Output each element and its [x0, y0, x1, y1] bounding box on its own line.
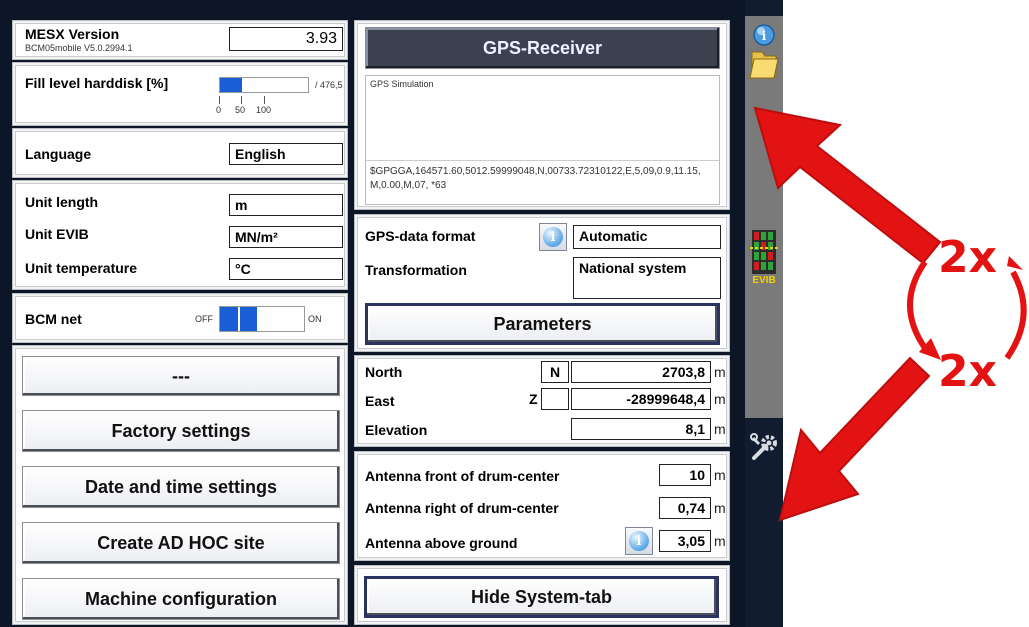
- gps-output-box: GPS Simulation $GPGGA,164571.60,5012.599…: [365, 75, 720, 205]
- bcm-net-label: BCM net: [25, 311, 82, 327]
- harddisk-total: / 476,5: [315, 80, 343, 90]
- unit-length-label: Unit length: [25, 194, 99, 210]
- language-field[interactable]: English: [229, 143, 343, 165]
- language-label: Language: [25, 146, 92, 162]
- curved-arrow-right-head: [1007, 256, 1023, 270]
- gps-receiver-panel: GPS-Receiver GPS Simulation $GPGGA,16457…: [354, 20, 730, 210]
- harddisk-bar-fill: [220, 78, 242, 92]
- unit-temp-field[interactable]: °C: [229, 258, 343, 280]
- date-time-settings-button[interactable]: Date and time settings: [22, 466, 340, 508]
- antenna-above-field[interactable]: 3,05: [659, 530, 711, 552]
- unit-evib-label: Unit EVIB: [25, 226, 89, 242]
- gps-nmea-line-1: $GPGGA,164571.60,5012.59999048,N,00733.7…: [370, 166, 701, 177]
- harddisk-tick-label-100: 100: [256, 105, 272, 115]
- harddisk-tick-50: [241, 96, 242, 104]
- harddisk-tick-label-0: 0: [216, 105, 222, 115]
- north-unit: m: [714, 364, 726, 380]
- unit-evib-field[interactable]: MN/m²: [229, 226, 343, 248]
- parameters-button[interactable]: Parameters: [365, 303, 720, 345]
- east-unit: m: [714, 391, 726, 407]
- gps-nmea-line-2: M,0.00,M,07, *63: [370, 180, 447, 191]
- harddisk-tick-label-50: 50: [235, 105, 246, 115]
- bcm-net-off-label: OFF: [195, 314, 213, 324]
- gps-receiver-header: GPS-Receiver: [365, 27, 720, 69]
- harddisk-panel: Fill level harddisk [%] / 476,5 0 50 100: [12, 62, 348, 126]
- elevation-label: Elevation: [365, 422, 428, 438]
- unit-length-field[interactable]: m: [229, 194, 343, 216]
- harddisk-bar: [219, 77, 309, 93]
- north-letter-field: N: [541, 361, 569, 383]
- hide-system-tab-button[interactable]: Hide System-tab: [364, 576, 719, 618]
- antenna-right-field[interactable]: 0,74: [659, 497, 711, 519]
- mesx-panel: MESX Version BCM05mobile V5.0.2994.1 3.9…: [12, 20, 348, 60]
- harddisk-tick-0: [219, 96, 220, 104]
- language-panel: Language English: [12, 128, 348, 178]
- harddisk-tick-100: [264, 96, 265, 104]
- elevation-unit: m: [714, 421, 726, 437]
- arrow-down-left: [778, 356, 931, 522]
- annotation-bottom-count: 2x: [938, 346, 997, 397]
- antenna-front-unit: m: [714, 467, 726, 483]
- factory-settings-button[interactable]: Factory settings: [22, 410, 340, 452]
- info-icon: i: [629, 531, 649, 551]
- bcm-net-on-label: ON: [308, 314, 322, 324]
- curved-arrow-right: [1004, 270, 1027, 360]
- gps-format-info-button[interactable]: i: [539, 223, 567, 251]
- unit-temp-label: Unit temperature: [25, 260, 138, 276]
- east-label: East: [365, 393, 395, 409]
- curved-arrow-left: [907, 260, 928, 350]
- transformation-field[interactable]: National system: [573, 257, 721, 299]
- north-value-field: 2703,8: [571, 361, 711, 383]
- bcm-net-toggle[interactable]: [219, 306, 305, 332]
- gps-format-panel: GPS-data format i Automatic Transformati…: [354, 214, 730, 352]
- units-panel: Unit length m Unit EVIB MN/m² Unit tempe…: [12, 180, 348, 290]
- antenna-right-label: Antenna right of drum-center: [365, 500, 559, 516]
- machine-configuration-button[interactable]: Machine configuration: [22, 578, 340, 620]
- gps-format-field[interactable]: Automatic: [573, 225, 721, 249]
- antenna-above-label: Antenna above ground: [365, 535, 518, 551]
- east-value-field: -28999648,4: [571, 388, 711, 410]
- antenna-above-info-button[interactable]: i: [625, 527, 653, 555]
- gps-output-separator: [366, 160, 719, 161]
- annotation-top-count: 2x: [938, 232, 997, 283]
- antenna-right-unit: m: [714, 500, 726, 516]
- gps-format-label: GPS-data format: [365, 228, 476, 244]
- transformation-label: Transformation: [365, 262, 467, 278]
- east-letter-field: [541, 388, 569, 410]
- bcm-net-panel: BCM net OFF ON: [12, 293, 348, 343]
- antenna-front-label: Antenna front of drum-center: [365, 468, 560, 484]
- info-icon: i: [543, 227, 563, 247]
- elevation-value-field: 8,1: [571, 418, 711, 440]
- antenna-front-field[interactable]: 10: [659, 464, 711, 486]
- antenna-above-unit: m: [714, 533, 726, 549]
- north-label: North: [365, 364, 403, 380]
- mesx-build: BCM05mobile V5.0.2994.1: [25, 43, 133, 53]
- mesx-title: MESX Version: [25, 26, 120, 42]
- gps-source-text: GPS Simulation: [370, 79, 434, 89]
- annotation-arrows: [753, 106, 1027, 522]
- bcm-net-toggle-knob[interactable]: [220, 307, 260, 331]
- create-adhoc-site-button[interactable]: Create AD HOC site: [22, 522, 340, 564]
- dashes-button[interactable]: ---: [22, 356, 340, 396]
- east-letter: Z: [529, 391, 538, 407]
- mesx-version-field: 3.93: [229, 27, 343, 51]
- coordinates-panel: North N 2703,8 m East Z -28999648,4 m El…: [354, 355, 730, 447]
- antenna-panel: Antenna front of drum-center 10 m Antenn…: [354, 451, 730, 561]
- arrow-up-left: [753, 106, 942, 265]
- harddisk-label: Fill level harddisk [%]: [25, 75, 169, 91]
